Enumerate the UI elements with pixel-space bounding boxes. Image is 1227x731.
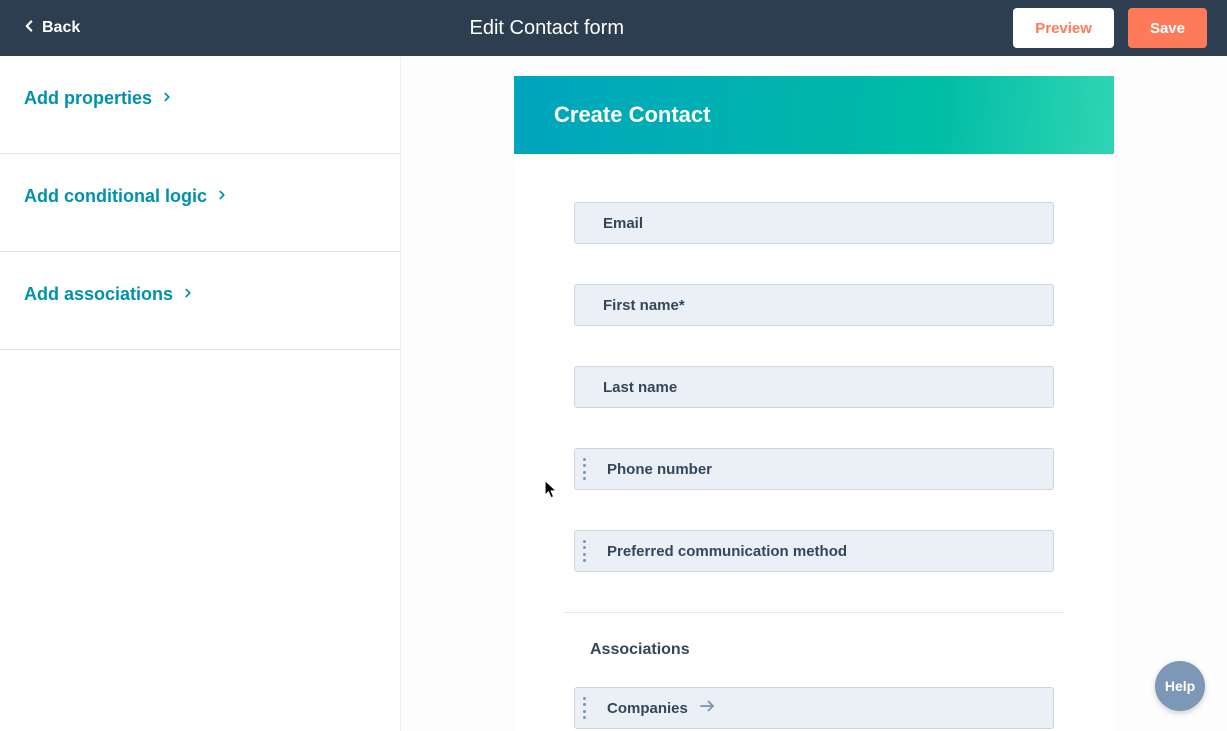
chevron-right-icon — [215, 186, 229, 207]
divider — [564, 612, 1064, 613]
form-field-preferred-communication[interactable]: Preferred communication method — [574, 530, 1054, 572]
sidebar-item-label: Add properties — [24, 88, 152, 109]
form-field-last-name[interactable]: Last name — [574, 366, 1054, 408]
page-title: Edit Contact form — [469, 17, 624, 40]
sidebar-item-add-conditional-logic[interactable]: Add conditional logic — [0, 154, 400, 252]
help-button[interactable]: Help — [1155, 661, 1205, 711]
sidebar-item-label: Add conditional logic — [24, 186, 207, 207]
form-field-phone-number[interactable]: Phone number — [574, 448, 1054, 490]
sidebar-item-label: Add associations — [24, 284, 173, 305]
associations-heading: Associations — [590, 641, 1054, 659]
sidebar-item-add-properties[interactable]: Add properties — [0, 56, 400, 154]
form-canvas: Create Contact Email First name* Last na… — [400, 56, 1227, 731]
field-label: Last name — [603, 379, 677, 396]
field-label: Email — [603, 215, 643, 232]
drag-handle-icon[interactable] — [583, 697, 593, 719]
form-card-title: Create Contact — [514, 76, 1114, 154]
field-label: Companies — [607, 700, 688, 717]
field-label: First name* — [603, 297, 685, 314]
preview-button[interactable]: Preview — [1013, 8, 1114, 48]
sidebar-item-add-associations[interactable]: Add associations — [0, 252, 400, 350]
save-button[interactable]: Save — [1128, 8, 1207, 48]
form-field-first-name[interactable]: First name* — [574, 284, 1054, 326]
header-actions: Preview Save — [1013, 8, 1207, 48]
drag-handle-icon[interactable] — [583, 458, 593, 480]
chevron-right-icon — [160, 88, 174, 109]
association-field-companies[interactable]: Companies — [574, 687, 1054, 729]
chevron-right-icon — [181, 284, 195, 305]
field-label: Phone number — [607, 461, 712, 478]
back-label: Back — [42, 19, 80, 37]
chevron-left-icon — [20, 17, 38, 40]
form-card: Create Contact Email First name* Last na… — [514, 76, 1114, 731]
drag-handle-icon[interactable] — [583, 540, 593, 562]
app-header: Back Edit Contact form Preview Save — [0, 0, 1227, 56]
form-field-email[interactable]: Email — [574, 202, 1054, 244]
field-label: Preferred communication method — [607, 543, 847, 560]
sidebar: Add properties Add conditional logic Add… — [0, 56, 400, 731]
back-button[interactable]: Back — [20, 17, 80, 40]
arrow-right-icon — [698, 697, 716, 719]
